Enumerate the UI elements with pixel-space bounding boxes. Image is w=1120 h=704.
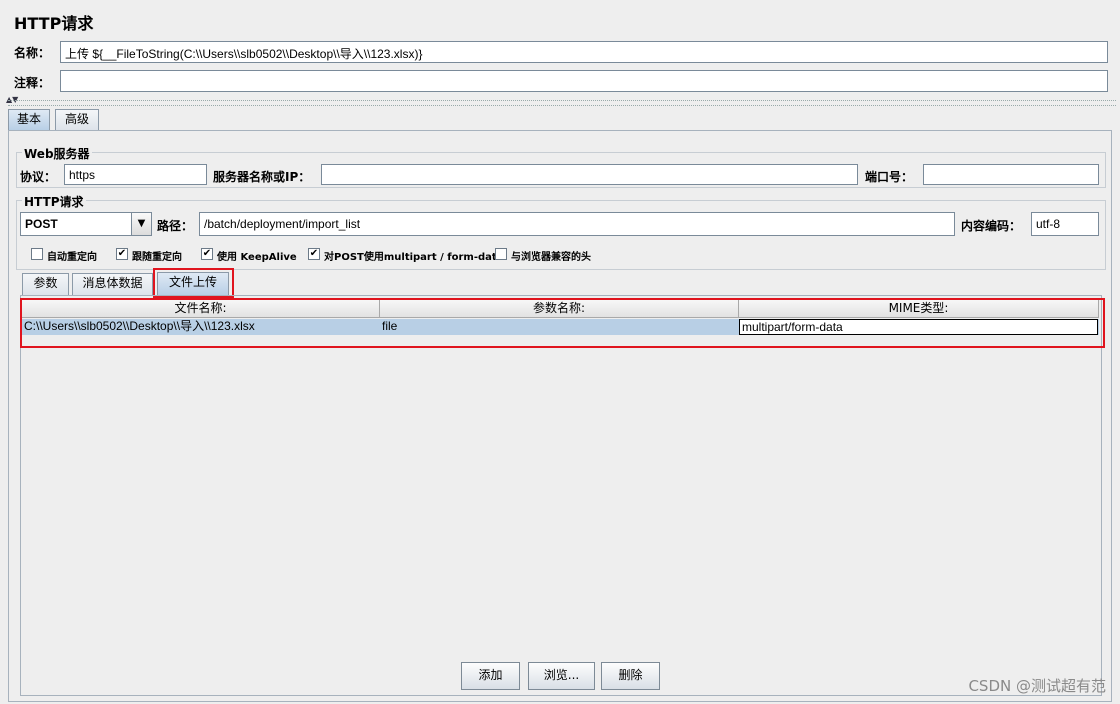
port-input[interactable] bbox=[923, 164, 1099, 185]
add-button[interactable]: 添加 bbox=[461, 662, 520, 690]
keepalive-label: 使用 KeepAlive bbox=[217, 252, 297, 263]
encoding-label: 内容编码： bbox=[961, 219, 1022, 233]
follow-redirect-label: 跟随重定向 bbox=[132, 252, 182, 263]
splitter[interactable] bbox=[8, 100, 1116, 106]
tab-basic[interactable]: 基本 bbox=[8, 109, 50, 130]
protocol-label: 协议： bbox=[20, 170, 57, 184]
name-label: 名称： bbox=[14, 46, 51, 60]
follow-redirect-checkbox[interactable]: ✔ bbox=[116, 248, 128, 260]
tab-parameters[interactable]: 参数 bbox=[22, 273, 69, 295]
multipart-checkbox[interactable]: ✔ bbox=[308, 248, 320, 260]
tab-advanced[interactable]: 高级 bbox=[55, 109, 99, 130]
auto-redirect-label: 自动重定向 bbox=[47, 252, 97, 263]
browser-headers-checkbox[interactable] bbox=[495, 248, 507, 260]
browse-button[interactable]: 浏览... bbox=[528, 662, 595, 690]
delete-button[interactable]: 删除 bbox=[601, 662, 660, 690]
method-value: POST bbox=[25, 217, 58, 231]
http-request-group-title: HTTP请求 bbox=[22, 193, 86, 210]
auto-redirect-checkbox[interactable] bbox=[31, 248, 43, 260]
path-label: 路径： bbox=[157, 219, 194, 233]
keepalive-checkbox[interactable]: ✔ bbox=[201, 248, 213, 260]
page-title: HTTP请求 bbox=[14, 14, 94, 33]
protocol-input[interactable]: https bbox=[64, 164, 207, 185]
browser-headers-label: 与浏览器兼容的头 bbox=[511, 252, 591, 263]
tab-body-data[interactable]: 消息体数据 bbox=[72, 273, 153, 295]
watermark: CSDN @测试超有范 bbox=[968, 677, 1106, 695]
chevron-down-icon[interactable]: ▼ bbox=[131, 212, 152, 236]
comment-label: 注释： bbox=[14, 76, 51, 90]
encoding-input[interactable]: utf-8 bbox=[1031, 212, 1099, 236]
comment-input[interactable] bbox=[60, 70, 1108, 92]
highlight-box-table bbox=[20, 298, 1105, 348]
name-input[interactable]: 上传 ${__FileToString(C:\\Users\\slb0502\\… bbox=[60, 41, 1108, 63]
server-input[interactable] bbox=[321, 164, 858, 185]
web-server-group-title: Web服务器 bbox=[22, 145, 92, 162]
file-upload-panel bbox=[20, 295, 1102, 696]
highlight-box-tab bbox=[153, 268, 234, 298]
multipart-label: 对POST使用multipart / form-data bbox=[324, 252, 504, 263]
path-input[interactable]: /batch/deployment/import_list bbox=[199, 212, 955, 236]
port-label: 端口号： bbox=[865, 170, 914, 184]
server-label: 服务器名称或IP： bbox=[213, 170, 311, 184]
